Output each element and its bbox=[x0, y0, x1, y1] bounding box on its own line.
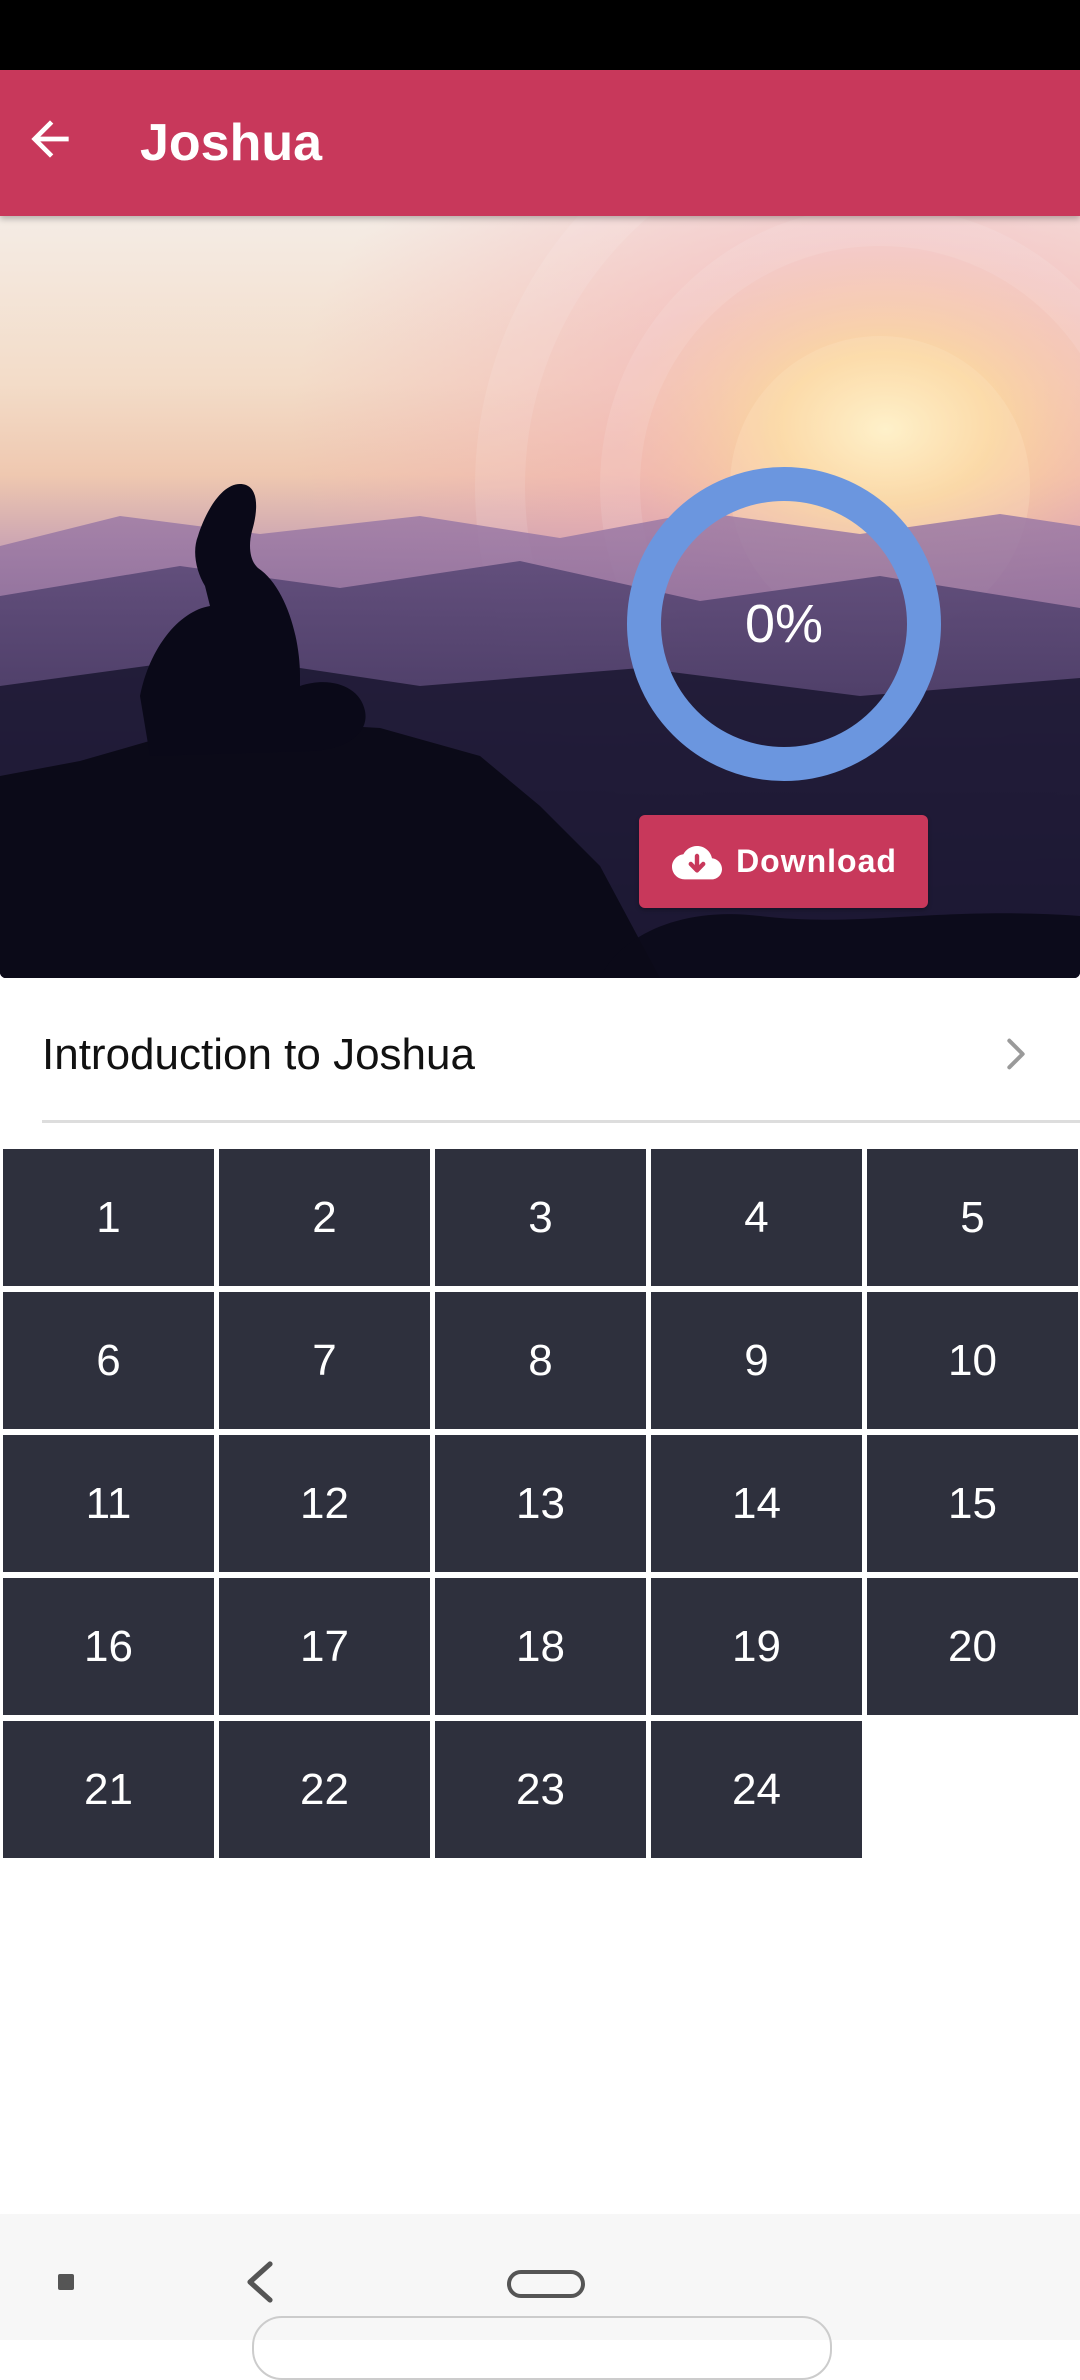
chapter-button-12[interactable]: 12 bbox=[219, 1435, 430, 1572]
status-bar bbox=[0, 0, 1080, 70]
system-navigation-bar bbox=[0, 2214, 1080, 2380]
chevron-right-icon bbox=[1007, 1038, 1025, 1070]
chapter-button-19[interactable]: 19 bbox=[651, 1578, 862, 1715]
chapter-button-21[interactable]: 21 bbox=[3, 1721, 214, 1858]
back-button[interactable] bbox=[14, 103, 86, 175]
chapter-button-16[interactable]: 16 bbox=[3, 1578, 214, 1715]
chapter-button-6[interactable]: 6 bbox=[3, 1292, 214, 1429]
chapter-button-3[interactable]: 3 bbox=[435, 1149, 646, 1286]
progress-percentage: 0% bbox=[744, 594, 824, 654]
chapter-button-5[interactable]: 5 bbox=[867, 1149, 1078, 1286]
introduction-label: Introduction to Joshua bbox=[42, 1030, 475, 1079]
chapter-button-7[interactable]: 7 bbox=[219, 1292, 430, 1429]
chapter-button-15[interactable]: 15 bbox=[867, 1435, 1078, 1572]
chapter-button-4[interactable]: 4 bbox=[651, 1149, 862, 1286]
chapter-button-1[interactable]: 1 bbox=[3, 1149, 214, 1286]
app-bar: Joshua bbox=[0, 70, 1080, 216]
arrow-left-icon bbox=[31, 120, 69, 158]
chapter-button-22[interactable]: 22 bbox=[219, 1721, 430, 1858]
download-button[interactable]: Download bbox=[639, 815, 928, 908]
cloud-download-icon bbox=[672, 845, 723, 879]
chapter-button-17[interactable]: 17 bbox=[219, 1578, 430, 1715]
download-label: Download bbox=[736, 843, 897, 879]
page-title: Joshua bbox=[140, 114, 323, 172]
nav-back-chevron-left-icon[interactable] bbox=[240, 2260, 280, 2304]
introduction-row[interactable]: Introduction to Joshua bbox=[42, 990, 1080, 1123]
chapter-grid: 1 2 3 4 5 6 7 8 9 10 11 12 13 14 15 16 1… bbox=[3, 1149, 1080, 1858]
chapter-button-13[interactable]: 13 bbox=[435, 1435, 646, 1572]
chapter-button-9[interactable]: 9 bbox=[651, 1292, 862, 1429]
hero-banner: 0% Download bbox=[0, 216, 1080, 978]
chapter-button-2[interactable]: 2 bbox=[219, 1149, 430, 1286]
chapter-button-8[interactable]: 8 bbox=[435, 1292, 646, 1429]
chapter-button-24[interactable]: 24 bbox=[651, 1721, 862, 1858]
chapter-button-20[interactable]: 20 bbox=[867, 1578, 1078, 1715]
chapter-button-14[interactable]: 14 bbox=[651, 1435, 862, 1572]
gesture-handle bbox=[252, 2316, 832, 2380]
home-pill-icon[interactable] bbox=[507, 2270, 585, 2298]
chapter-button-23[interactable]: 23 bbox=[435, 1721, 646, 1858]
recents-square-icon[interactable] bbox=[58, 2274, 74, 2290]
chapter-button-11[interactable]: 11 bbox=[3, 1435, 214, 1572]
chapter-button-18[interactable]: 18 bbox=[435, 1578, 646, 1715]
chapter-button-10[interactable]: 10 bbox=[867, 1292, 1078, 1429]
